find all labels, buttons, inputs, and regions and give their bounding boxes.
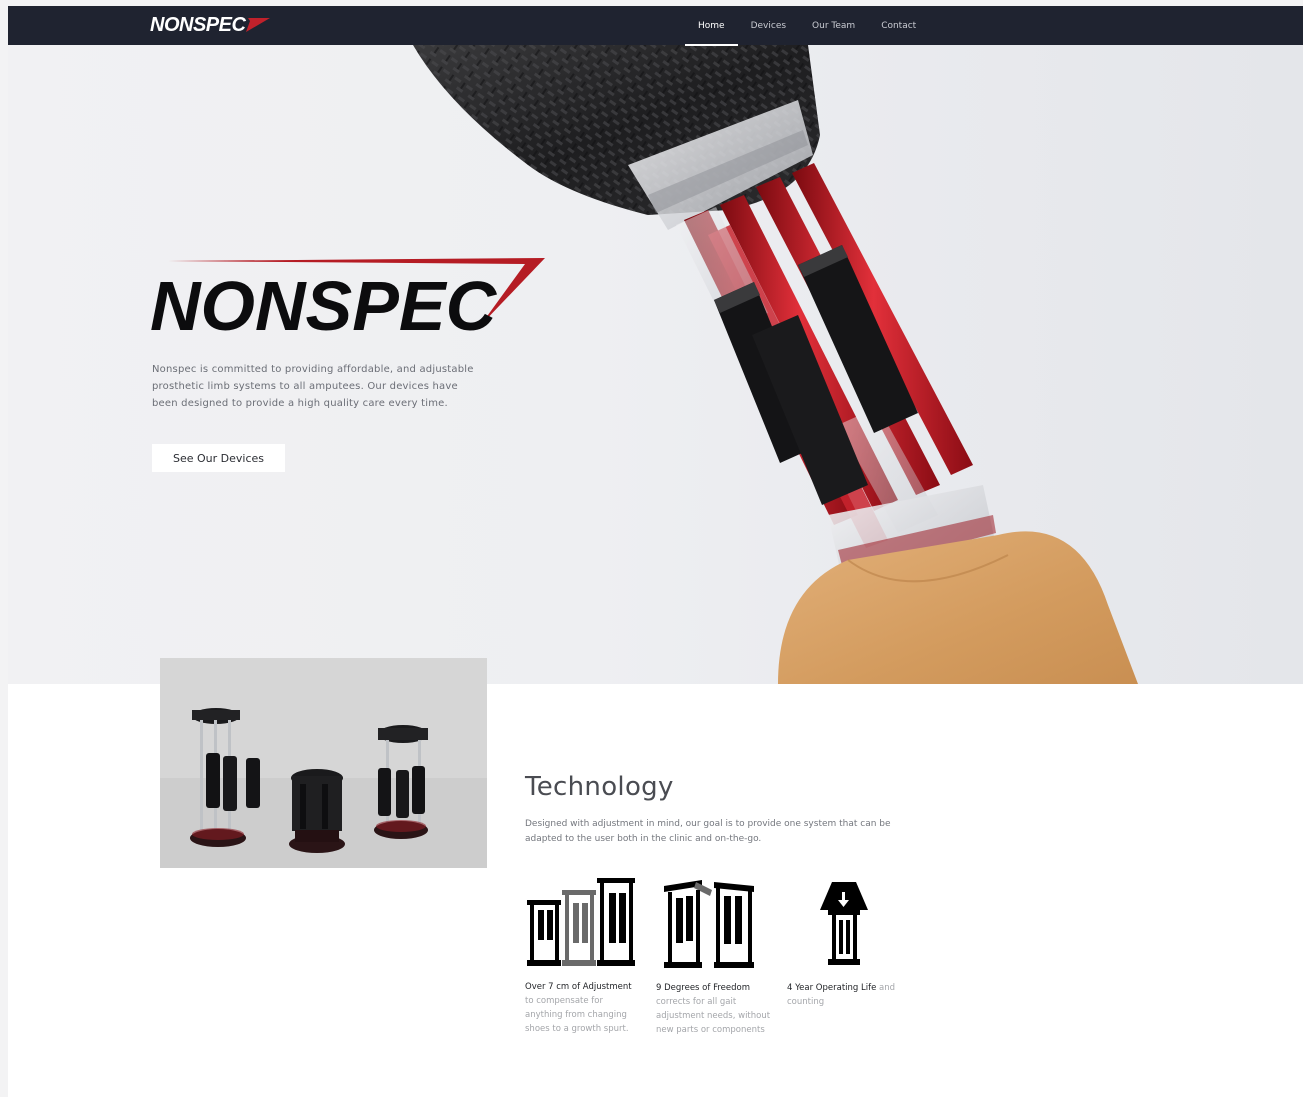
feature-freedom: 9 Degrees of Freedom corrects for all ga… [656, 981, 774, 1037]
hero-logo-text: NONSPEC [150, 267, 498, 338]
hero-nonspec-logo: NONSPEC [150, 258, 545, 338]
nav-logo[interactable]: NONSPEC [150, 14, 270, 38]
hero-description: Nonspec is committed to providing afford… [152, 364, 474, 409]
nav-logo-text: NONSPEC [150, 14, 246, 36]
degrees-of-freedom-icon [664, 880, 754, 968]
operating-life-icon [820, 882, 868, 965]
feature-adjustment-text: to compensate for anything from changing… [525, 996, 629, 1034]
product-devices-photo [160, 658, 487, 868]
nav-menu: Home Devices Our Team Contact [685, 6, 929, 46]
nav-item-contact[interactable]: Contact [868, 6, 929, 45]
nav-item-home[interactable]: Home [685, 6, 738, 46]
see-our-devices-button[interactable]: See Our Devices [152, 444, 285, 472]
height-adjustment-icon [527, 878, 635, 966]
nav-item-our-team[interactable]: Our Team [799, 6, 868, 45]
feature-adjustment: Over 7 cm of Adjustment to compensate fo… [525, 980, 637, 1036]
technology-description: Designed with adjustment in mind, our go… [525, 819, 891, 844]
feature-freedom-text: corrects for all gait adjustment needs, … [656, 997, 771, 1035]
feature-operating-life-title: 4 Year Operating Life [787, 983, 877, 993]
technology-title: Technology [525, 772, 674, 802]
nav-item-devices[interactable]: Devices [738, 6, 799, 45]
feature-operating-life: 4 Year Operating Life and counting [787, 981, 903, 1009]
logo-slash-icon [246, 18, 270, 32]
feature-adjustment-title: Over 7 cm of Adjustment [525, 982, 632, 992]
hero-section: NONSPEC Nonspec is committed to providin… [8, 45, 1303, 684]
page: NONSPEC Home Devices Our Team Contact NO… [0, 0, 1303, 1097]
navbar: NONSPEC Home Devices Our Team Contact [8, 6, 1303, 46]
feature-freedom-title: 9 Degrees of Freedom [656, 983, 750, 993]
browser-viewport: NONSPEC Home Devices Our Team Contact NO… [8, 6, 1303, 1097]
